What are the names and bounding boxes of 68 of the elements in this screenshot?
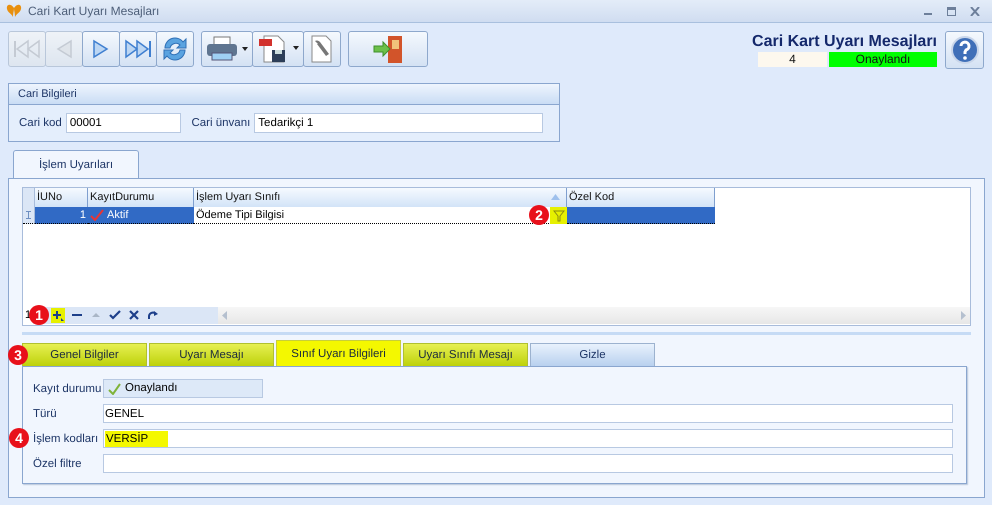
table-cell: 1 xyxy=(35,207,88,224)
field-label: Türü xyxy=(33,408,58,420)
field-label: Cari ünvanı xyxy=(191,117,250,129)
row-indicator[interactable] xyxy=(23,207,35,224)
column-header[interactable]: Özel Kod xyxy=(567,188,715,207)
tab[interactable]: Genel Bilgiler xyxy=(22,343,147,366)
field-value: VERSİP xyxy=(105,430,168,446)
help-icon xyxy=(950,36,978,64)
tab[interactable]: Gizle xyxy=(530,343,655,366)
field-label: İşlem kodları xyxy=(33,432,100,444)
record-count: 4 xyxy=(758,52,827,67)
refresh-button[interactable] xyxy=(156,31,194,67)
tab[interactable]: Sınıf Uyarı Bilgileri xyxy=(276,340,401,366)
close-icon[interactable] xyxy=(970,6,980,16)
pdf-button[interactable] xyxy=(252,31,304,67)
field-label: Cari kod xyxy=(19,117,62,129)
last-record-icon xyxy=(123,38,153,60)
sort-icon xyxy=(551,194,560,200)
group-title: Cari Bilgileri xyxy=(9,84,559,105)
field-value: GENEL xyxy=(105,408,144,420)
text-field[interactable]: 00001 xyxy=(66,113,182,133)
callout-marker: 4 xyxy=(9,428,29,448)
exit-button[interactable] xyxy=(348,31,428,67)
text-field[interactable] xyxy=(103,454,953,473)
callout-marker: 1 xyxy=(29,304,49,324)
cell-text: Ödeme Tipi Bilgisi xyxy=(196,209,284,221)
edit-cursor-icon xyxy=(26,211,31,219)
status-text: Aktif xyxy=(107,208,128,222)
filter-icon xyxy=(552,210,564,222)
column-header[interactable]: KayıtDurumu xyxy=(88,188,194,207)
last-button[interactable] xyxy=(119,31,157,67)
status-badge: Onaylandı xyxy=(829,52,937,67)
add-button[interactable] xyxy=(51,308,65,322)
maximize-icon[interactable] xyxy=(947,6,956,16)
tab[interactable]: Uyarı Sınıfı Mesajı xyxy=(403,343,528,366)
confirm-button[interactable] xyxy=(108,308,122,322)
printer-icon xyxy=(205,36,249,62)
field-label: Kayıt durumu xyxy=(33,382,102,394)
filter-button[interactable] xyxy=(550,207,567,224)
callout-marker: 2 xyxy=(529,205,549,225)
exit-door-icon xyxy=(371,34,405,64)
redo-icon xyxy=(147,309,159,321)
next-icon xyxy=(92,38,110,60)
text-field[interactable]: VERSİP xyxy=(103,429,953,448)
previous-icon xyxy=(55,38,73,60)
text-field[interactable]: Tedarikçi 1 xyxy=(254,113,543,133)
help-button[interactable] xyxy=(945,31,984,69)
tab[interactable]: İşlem Uyarıları xyxy=(13,150,139,178)
column-header[interactable]: İşlem Uyarı Sınıfı xyxy=(194,188,567,207)
add-icon xyxy=(52,309,64,321)
close-icon xyxy=(128,309,140,321)
tools-button[interactable] xyxy=(303,31,341,67)
check-icon xyxy=(108,382,121,394)
status-text: Onaylandı xyxy=(125,381,178,396)
cancel-button[interactable] xyxy=(127,308,141,322)
check-icon xyxy=(90,209,104,221)
window-title: Cari Kart Uyarı Mesajları xyxy=(28,4,160,18)
print-button[interactable] xyxy=(201,31,253,67)
pdf-save-icon xyxy=(256,35,300,63)
callout-marker: 3 xyxy=(8,345,28,365)
check-icon xyxy=(109,309,121,321)
tab[interactable]: Uyarı Mesajı xyxy=(149,343,274,366)
field-label: Özel filtre xyxy=(33,458,83,470)
column-header[interactable]: İUNo xyxy=(35,188,88,207)
text-field[interactable]: GENEL xyxy=(103,404,953,423)
first-record-icon xyxy=(12,38,42,60)
form-title: Cari Kart Uyarı Mesajları xyxy=(752,33,937,51)
next-button[interactable] xyxy=(82,31,120,67)
